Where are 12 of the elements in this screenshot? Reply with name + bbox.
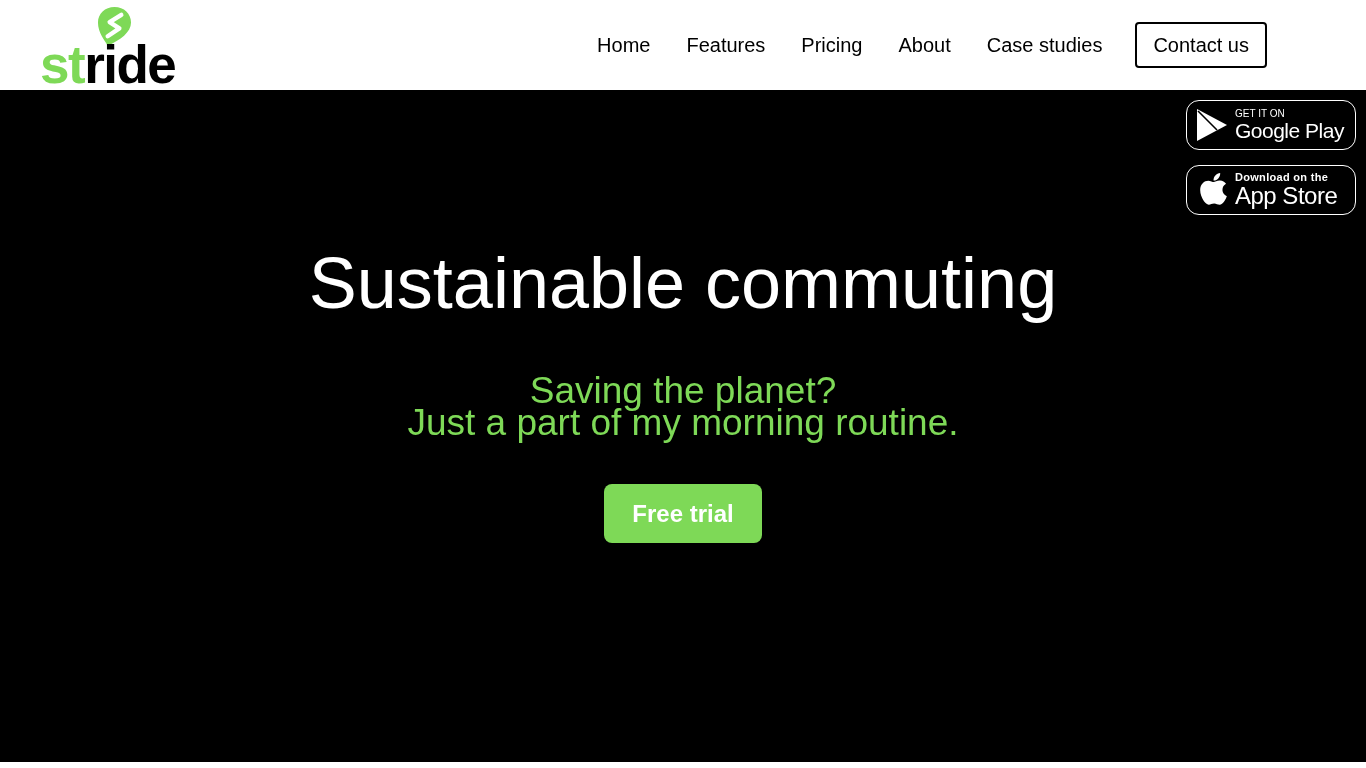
apple-icon [1200,173,1227,207]
nav-link[interactable]: Pricing [801,33,863,57]
nav-link[interactable]: Features [686,33,766,57]
contact-button[interactable]: Contact us [1135,22,1267,68]
logo-wordmark: stride [40,44,176,85]
play-icon [1197,109,1227,141]
nav-link[interactable]: About [898,33,951,57]
nav-link[interactable]: Case studies [986,33,1103,57]
store-badge-link[interactable]: GET IT ON Google Play [1186,100,1356,150]
store-badge-link[interactable]: Download on the App Store [1186,165,1356,215]
hero-title: Sustainable commuting [308,242,1058,325]
nav-link[interactable]: Home [597,33,651,57]
